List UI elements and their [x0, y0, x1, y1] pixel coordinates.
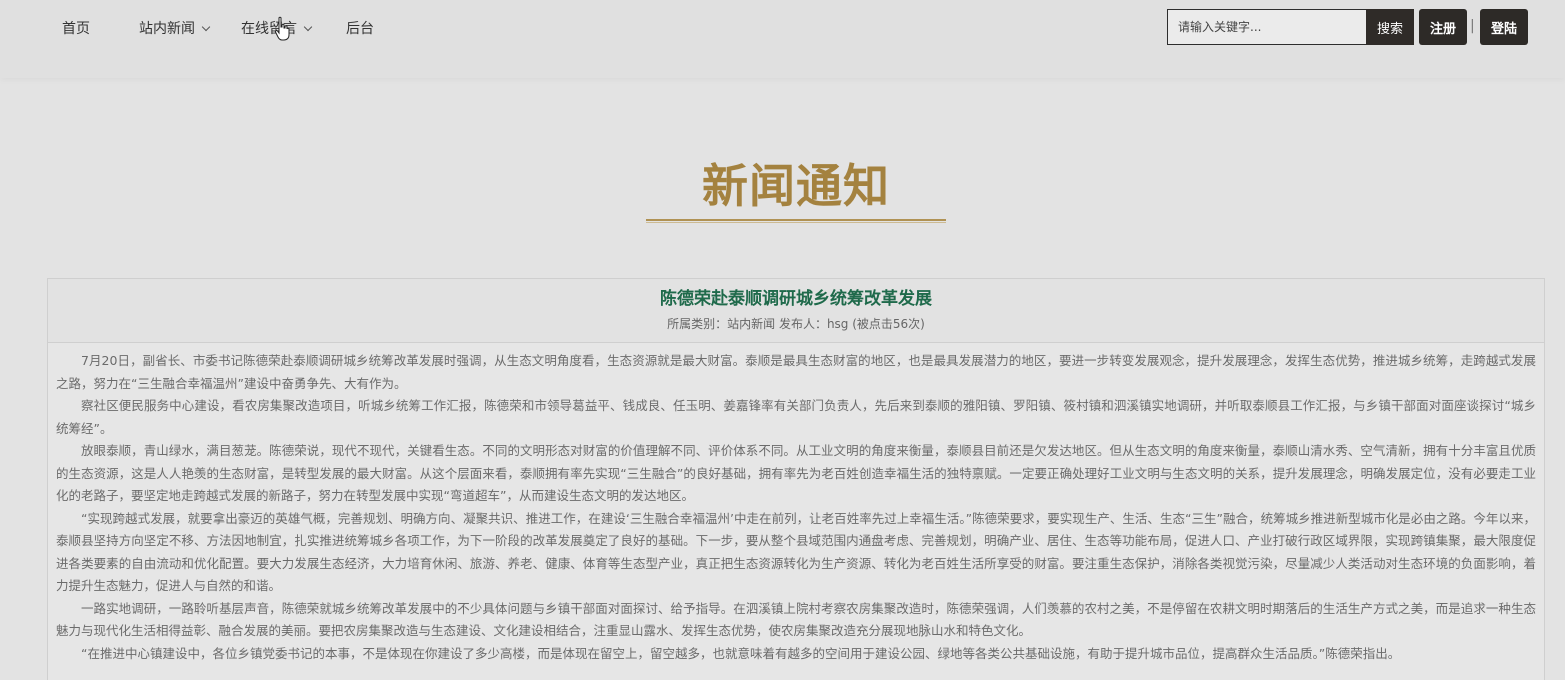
article-header: 陈德荣赴泰顺调研城乡统筹改革发展 所属类别：站内新闻 发布人：hsg (被点击5… — [48, 279, 1544, 343]
nav-item-admin[interactable]: 后台 — [346, 18, 374, 40]
page-title: 新闻通知 — [702, 159, 890, 213]
auth-separator: | — [1470, 18, 1475, 34]
article-paragraph: 放眼泰顺，青山绿水，满目葱茏。陈德荣说，现代不现代，关键看生态。不同的文明形态对… — [56, 443, 1536, 503]
article-body: 7月20日，副省长、市委书记陈德荣赴泰顺调研城乡统筹改革发展时强调，从生态文明角… — [48, 343, 1544, 665]
nav-item-label: 首页 — [62, 21, 90, 37]
article-paragraph: “实现跨越式发展，就要拿出豪迈的英雄气概，完善规划、明确方向、凝聚共识、推进工作… — [56, 510, 1536, 594]
article-title: 陈德荣赴泰顺调研城乡统筹改革发展 — [660, 289, 932, 309]
title-underline — [646, 219, 946, 221]
article-paragraph: 察社区便民服务中心建设，看农房集聚改造项目，听城乡统筹工作汇报，陈德荣和市领导葛… — [56, 398, 1536, 436]
search-button[interactable]: 搜索 — [1366, 9, 1414, 45]
hand-cursor-icon — [274, 16, 290, 41]
top-navbar: 首页 站内新闻 在线留言 后台 搜索 注册 | 登陆 — [0, 0, 1565, 78]
register-button[interactable]: 注册 — [1419, 9, 1467, 45]
nav-item-label: 站内新闻 — [139, 21, 195, 37]
nav-item-label: 后台 — [346, 21, 374, 37]
article-paragraph: 一路实地调研，一路聆听基层声音，陈德荣就城乡统筹改革发展中的不少具体问题与乡镇干… — [56, 600, 1536, 639]
article-paragraph: “在推进中心镇建设中，各位乡镇党委书记的本事，不是体现在你建设了多少高楼，而是体… — [81, 645, 1401, 661]
search-input[interactable] — [1167, 9, 1367, 45]
nav-item-home[interactable]: 首页 — [62, 18, 90, 40]
article-paragraph: 7月20日，副省长、市委书记陈德荣赴泰顺调研城乡统筹改革发展时强调，从生态文明角… — [56, 353, 1536, 391]
search-bar: 搜索 — [1167, 9, 1415, 45]
chevron-down-icon — [201, 22, 211, 32]
article-meta: 所属类别：站内新闻 发布人：hsg (被点击56次) — [667, 317, 925, 331]
chevron-down-icon — [303, 22, 313, 32]
article-panel: 陈德荣赴泰顺调研城乡统筹改革发展 所属类别：站内新闻 发布人：hsg (被点击5… — [47, 278, 1545, 680]
nav-item-site-news[interactable]: 站内新闻 — [139, 18, 211, 40]
login-button[interactable]: 登陆 — [1480, 9, 1528, 45]
title-underline-thin — [646, 222, 946, 223]
